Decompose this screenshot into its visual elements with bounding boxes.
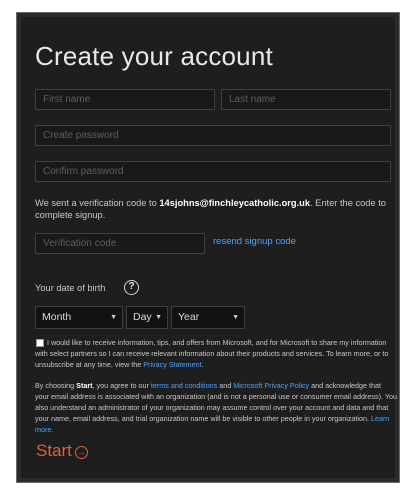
month-select-value: Month xyxy=(42,311,72,323)
terms-intro: By choosing xyxy=(35,381,77,390)
privacy-policy-link[interactable]: Microsoft Privacy Policy xyxy=(233,381,309,390)
first-name-input[interactable] xyxy=(35,89,215,110)
chevron-down-icon: ▼ xyxy=(110,314,117,321)
create-password-input[interactable] xyxy=(35,125,391,146)
question-circle-icon[interactable]: ? xyxy=(124,280,139,295)
year-select[interactable]: Year ▼ xyxy=(171,306,245,329)
start-button-label: Start xyxy=(36,441,72,460)
page-title: Create your account xyxy=(35,41,273,71)
chevron-down-icon: ▼ xyxy=(155,314,162,321)
offers-end: . xyxy=(201,360,204,369)
year-select-value: Year xyxy=(178,311,200,323)
day-select[interactable]: Day ▼ xyxy=(126,306,168,329)
confirm-password-input[interactable] xyxy=(35,161,391,182)
month-select[interactable]: Month ▼ xyxy=(35,306,123,329)
terms-agree: , you agree to our xyxy=(92,381,151,390)
day-select-value: Day xyxy=(133,311,152,323)
verification-code-input[interactable] xyxy=(35,233,205,254)
arrow-circle-right-icon: → xyxy=(74,446,88,459)
terms-and-conditions-link[interactable]: terms and conditions xyxy=(151,381,217,390)
offers-text: I would like to receive information, tip… xyxy=(35,337,397,370)
privacy-statement-link[interactable]: Privacy Statement xyxy=(143,360,201,369)
terms-and: and xyxy=(217,381,234,390)
verification-text: We sent a verification code to xyxy=(35,198,160,208)
offers-description: I would like to receive information, tip… xyxy=(35,338,389,369)
verification-message: We sent a verification code to 14sjohns@… xyxy=(35,197,395,221)
start-button[interactable]: Start → xyxy=(36,441,88,461)
chevron-down-icon: ▼ xyxy=(232,314,239,321)
last-name-input[interactable] xyxy=(221,89,391,110)
terms-start-word: Start xyxy=(76,381,93,390)
terms-text: By choosing Start, you agree to our term… xyxy=(35,380,397,435)
verification-email: 14sjohns@finchleycatholic.org.uk xyxy=(159,198,310,208)
signup-panel: Create your account We sent a verificati… xyxy=(16,12,400,483)
dob-label: Your date of birth xyxy=(35,283,106,293)
resend-code-link[interactable]: resend signup code xyxy=(213,236,296,248)
signup-form: Create your account We sent a verificati… xyxy=(21,17,397,478)
